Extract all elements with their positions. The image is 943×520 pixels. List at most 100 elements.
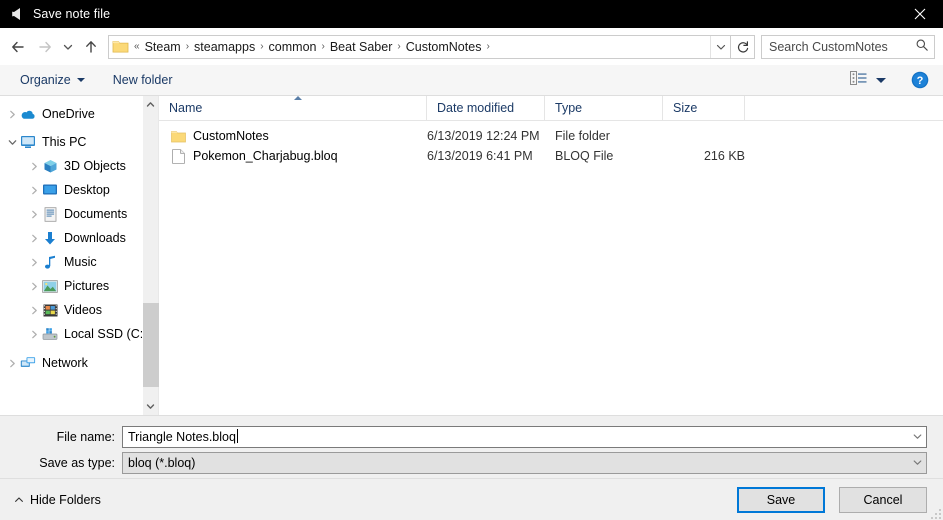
table-row[interactable]: CustomNotes 6/13/2019 12:24 PM File fold… [159, 126, 943, 146]
sidebar-item-pictures[interactable]: Pictures [0, 274, 142, 298]
sidebar-item-label: OneDrive [42, 107, 95, 121]
sidebar-item-label: Videos [64, 303, 102, 317]
breadcrumb-separator[interactable]: › [485, 36, 490, 58]
chevron-right-icon[interactable] [4, 351, 20, 375]
refresh-icon[interactable] [731, 34, 755, 59]
file-name-label: File name: [56, 429, 115, 444]
chevron-right-icon[interactable] [4, 102, 20, 126]
close-icon[interactable] [897, 0, 943, 28]
dialog-footer: Hide Folders Save Cancel [0, 478, 943, 520]
breadcrumb-item-steamapps[interactable]: steamapps [190, 36, 259, 58]
search-icon[interactable] [915, 38, 929, 55]
column-header-name[interactable]: Name [159, 96, 427, 120]
sidebar-item-network[interactable]: Network [0, 351, 142, 375]
folder-icon [170, 128, 186, 144]
sidebar-item-label: Documents [64, 207, 128, 221]
svg-text:?: ? [917, 75, 924, 87]
file-list: CustomNotes 6/13/2019 12:24 PM File fold… [159, 121, 943, 166]
file-icon [170, 148, 186, 164]
command-toolbar: Organize New folder ? [0, 65, 943, 96]
folder-icon [112, 39, 129, 54]
sidebar-item-local-ssd-c[interactable]: Local SSD (C:) [0, 322, 142, 346]
forward-arrow-icon [32, 34, 58, 60]
file-list-pane: Name Date modified Type Size CustomNotes… [158, 96, 943, 415]
sidebar-item-desktop[interactable]: Desktop [0, 178, 142, 202]
chevron-down-icon[interactable] [909, 453, 926, 473]
sidebar-item-music[interactable]: Music [0, 250, 142, 274]
3d-objects-icon [42, 158, 58, 174]
sidebar-item-this-pc[interactable]: This PC [0, 130, 142, 154]
organize-label: Organize [20, 73, 71, 87]
search-placeholder: Search CustomNotes [769, 39, 888, 54]
cancel-button[interactable]: Cancel [839, 486, 927, 513]
scroll-up-icon[interactable] [143, 96, 159, 113]
navigation-bar: « Steam › steamapps › common › Beat Sabe… [0, 28, 943, 65]
file-name-input[interactable]: Triangle Notes.bloq [122, 425, 927, 448]
column-header-size[interactable]: Size [663, 96, 745, 120]
new-folder-label: New folder [112, 73, 173, 87]
breadcrumb-item-beat-saber[interactable]: Beat Saber [326, 36, 397, 58]
chevron-right-icon[interactable] [26, 226, 42, 250]
chevron-right-icon[interactable] [26, 322, 42, 346]
videos-film-icon [42, 302, 58, 318]
unity-speaker-icon [9, 6, 25, 22]
sidebar-item-documents[interactable]: Documents [0, 202, 142, 226]
title-bar: Save note file [0, 0, 943, 28]
sidebar-item-label: 3D Objects [64, 159, 126, 173]
chevron-right-icon[interactable] [26, 178, 42, 202]
save-button[interactable]: Save [737, 486, 825, 513]
chevron-right-icon[interactable] [26, 298, 42, 322]
column-header-type[interactable]: Type [545, 96, 663, 120]
search-input[interactable]: Search CustomNotes [761, 34, 935, 59]
navigation-pane-scrollbar[interactable] [142, 96, 159, 415]
chevron-right-icon[interactable] [26, 274, 42, 298]
help-icon[interactable]: ? [911, 71, 929, 89]
recent-locations-chevron-down-icon[interactable] [58, 34, 78, 60]
resize-grip[interactable] [928, 506, 941, 519]
table-row[interactable]: Pokemon_Charjabug.bloq 6/13/2019 6:41 PM… [159, 146, 943, 166]
save-as-type-row: Save as type: bloq (*.bloq) [0, 451, 943, 474]
file-name: CustomNotes [193, 129, 269, 143]
up-arrow-icon[interactable] [78, 34, 104, 60]
breadcrumb-item-steam[interactable]: Steam [141, 36, 185, 58]
view-layout-icon [850, 71, 867, 89]
sidebar-item-label: This PC [42, 135, 87, 149]
chevron-right-icon[interactable] [26, 250, 42, 274]
scrollbar-track[interactable] [142, 113, 159, 398]
chevron-right-icon[interactable] [26, 154, 42, 178]
sidebar-item-label: Music [64, 255, 97, 269]
navigation-pane: OneDrive This PC 3D Objects Desktop Docu… [0, 96, 142, 415]
sidebar-item-downloads[interactable]: Downloads [0, 226, 142, 250]
sidebar-item-label: Local SSD (C:) [64, 327, 142, 341]
file-type: BLOQ File [555, 149, 614, 163]
pictures-icon [42, 278, 58, 294]
chevron-right-icon[interactable] [26, 202, 42, 226]
file-name-value: Triangle Notes.bloq [128, 429, 238, 444]
chevron-down-icon [76, 78, 85, 82]
music-note-icon [42, 254, 58, 270]
sidebar-item-3d-objects[interactable]: 3D Objects [0, 154, 142, 178]
column-header-date-modified[interactable]: Date modified [427, 96, 545, 120]
file-name: Pokemon_Charjabug.bloq [193, 149, 338, 163]
change-view-button[interactable] [845, 68, 891, 92]
chevron-down-icon[interactable] [4, 130, 20, 154]
documents-icon [42, 206, 58, 222]
sidebar-item-label: Desktop [64, 183, 110, 197]
address-bar-breadcrumb[interactable]: « Steam › steamapps › common › Beat Sabe… [108, 34, 731, 59]
file-name-row: File name: Triangle Notes.bloq [0, 425, 943, 448]
back-arrow-icon[interactable] [6, 34, 32, 60]
organize-button[interactable]: Organize [14, 70, 91, 90]
scroll-down-icon[interactable] [143, 398, 159, 415]
sidebar-item-onedrive[interactable]: OneDrive [0, 102, 142, 126]
sidebar-item-label: Network [42, 356, 88, 370]
file-date-modified: 6/13/2019 12:24 PM [427, 129, 540, 143]
breadcrumb-item-common[interactable]: common [265, 36, 321, 58]
address-chevron-down-icon[interactable] [710, 35, 730, 58]
breadcrumb-item-customnotes[interactable]: CustomNotes [402, 36, 486, 58]
save-as-type-select[interactable]: bloq (*.bloq) [122, 451, 927, 474]
scrollbar-thumb[interactable] [142, 303, 159, 387]
chevron-down-icon[interactable] [909, 427, 926, 447]
hide-folders-button[interactable]: Hide Folders [14, 493, 101, 507]
new-folder-button[interactable]: New folder [107, 70, 179, 90]
sidebar-item-videos[interactable]: Videos [0, 298, 142, 322]
